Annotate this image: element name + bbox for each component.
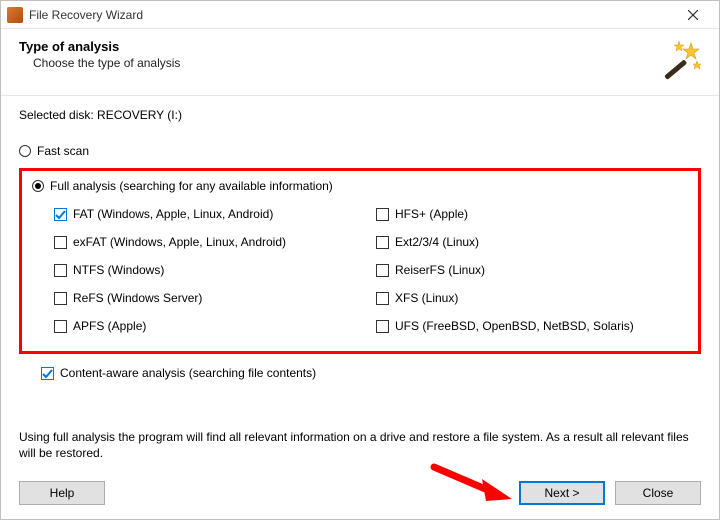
checkbox-icon (54, 264, 67, 277)
full-analysis-option[interactable]: Full analysis (searching for any availab… (32, 179, 688, 193)
fs-xfs[interactable]: XFS (Linux) (376, 291, 688, 305)
button-bar: Help Next > Close (1, 475, 719, 519)
wizard-body: Selected disk: RECOVERY (I:) Fast scan F… (1, 96, 719, 423)
fs-label: HFS+ (Apple) (395, 207, 468, 221)
titlebar: File Recovery Wizard (1, 1, 719, 29)
fs-label: APFS (Apple) (73, 319, 146, 333)
checkbox-icon (376, 264, 389, 277)
fast-scan-option[interactable]: Fast scan (19, 144, 701, 158)
fs-label: ReFS (Windows Server) (73, 291, 202, 305)
app-icon (7, 7, 23, 23)
filesystem-grid: FAT (Windows, Apple, Linux, Android) HFS… (54, 207, 688, 333)
help-button-label: Help (50, 486, 75, 500)
fs-refs[interactable]: ReFS (Windows Server) (54, 291, 366, 305)
checkbox-icon (54, 208, 67, 221)
description-text: Using full analysis the program will fin… (1, 423, 719, 475)
checkbox-icon (54, 320, 67, 333)
content-aware-option[interactable]: Content-aware analysis (searching file c… (41, 366, 701, 380)
fs-label: ReiserFS (Linux) (395, 263, 485, 277)
full-analysis-group-highlight: Full analysis (searching for any availab… (19, 168, 701, 354)
fs-reiserfs[interactable]: ReiserFS (Linux) (376, 263, 688, 277)
page-subheading: Choose the type of analysis (33, 56, 657, 70)
fs-ntfs[interactable]: NTFS (Windows) (54, 263, 366, 277)
close-window-button[interactable] (673, 2, 713, 28)
next-button-label: Next > (544, 486, 579, 500)
radio-icon (32, 180, 44, 192)
checkbox-icon (376, 292, 389, 305)
fs-hfsplus[interactable]: HFS+ (Apple) (376, 207, 688, 221)
wizard-window: File Recovery Wizard Type of analysis Ch… (0, 0, 720, 520)
close-button[interactable]: Close (615, 481, 701, 505)
content-aware-label: Content-aware analysis (searching file c… (60, 366, 316, 380)
close-icon (688, 10, 698, 20)
fs-label: Ext2/3/4 (Linux) (395, 235, 479, 249)
checkbox-icon (41, 367, 54, 380)
next-button[interactable]: Next > (519, 481, 605, 505)
fs-ext[interactable]: Ext2/3/4 (Linux) (376, 235, 688, 249)
fs-label: UFS (FreeBSD, OpenBSD, NetBSD, Solaris) (395, 319, 634, 333)
checkbox-icon (54, 292, 67, 305)
help-button[interactable]: Help (19, 481, 105, 505)
checkbox-icon (376, 208, 389, 221)
fast-scan-label: Fast scan (37, 144, 89, 158)
radio-icon (19, 145, 31, 157)
fs-label: NTFS (Windows) (73, 263, 164, 277)
wizard-header: Type of analysis Choose the type of anal… (1, 29, 719, 96)
selected-disk-label: Selected disk: RECOVERY (I:) (19, 108, 701, 122)
fs-exfat[interactable]: exFAT (Windows, Apple, Linux, Android) (54, 235, 366, 249)
close-button-label: Close (643, 486, 674, 500)
checkbox-icon (54, 236, 67, 249)
fs-label: XFS (Linux) (395, 291, 458, 305)
fs-apfs[interactable]: APFS (Apple) (54, 319, 366, 333)
full-analysis-label: Full analysis (searching for any availab… (50, 179, 333, 193)
fs-label: FAT (Windows, Apple, Linux, Android) (73, 207, 273, 221)
checkbox-icon (376, 320, 389, 333)
fs-label: exFAT (Windows, Apple, Linux, Android) (73, 235, 286, 249)
checkbox-icon (376, 236, 389, 249)
page-heading: Type of analysis (19, 39, 657, 54)
fs-fat[interactable]: FAT (Windows, Apple, Linux, Android) (54, 207, 366, 221)
fs-ufs[interactable]: UFS (FreeBSD, OpenBSD, NetBSD, Solaris) (376, 319, 688, 333)
window-title: File Recovery Wizard (29, 8, 673, 22)
wizard-wand-icon (657, 39, 701, 83)
